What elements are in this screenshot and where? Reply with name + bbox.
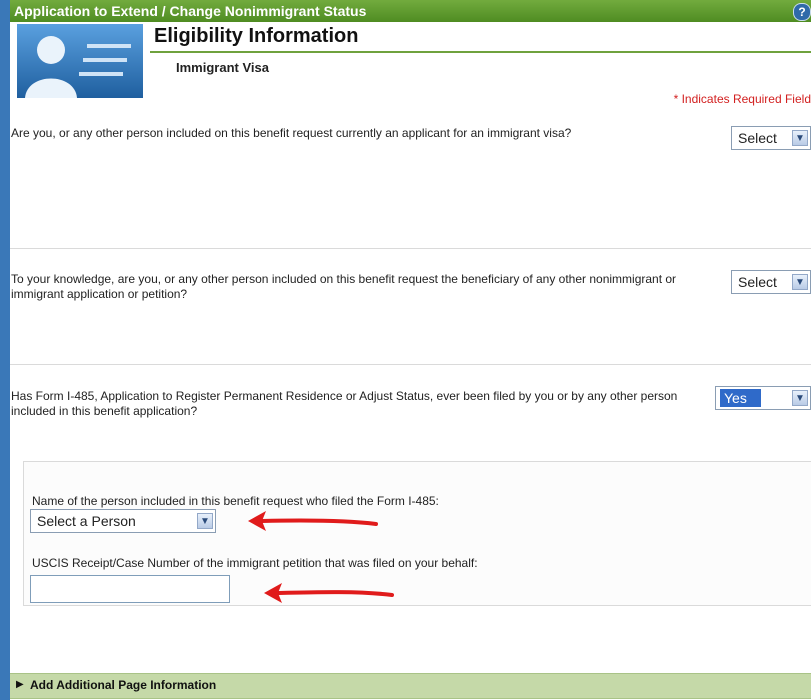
required-field-note: * Indicates Required Field <box>673 92 811 106</box>
section-title: Eligibility Information <box>154 25 359 47</box>
question-divider <box>10 364 811 365</box>
immigrant-visa-select[interactable]: Select ▼ <box>731 126 811 150</box>
question-other-beneficiary: To your knowledge, are you, or any other… <box>11 272 677 301</box>
question-immigrant-visa: Are you, or any other person included on… <box>11 126 572 140</box>
person-select-label: Name of the person included in this bene… <box>32 494 439 508</box>
select-value: Select <box>738 274 777 290</box>
expand-triangle-icon: ▶ <box>16 679 24 690</box>
receipt-number-label: USCIS Receipt/Case Number of the immigra… <box>32 556 478 570</box>
select-value: Select a Person <box>37 513 136 529</box>
question-divider <box>10 248 811 249</box>
window-frame <box>0 0 10 700</box>
section-subtitle: Immigrant Visa <box>176 60 269 75</box>
title-bar: Application to Extend / Change Nonimmigr… <box>10 0 811 22</box>
chevron-down-icon: ▼ <box>792 130 808 146</box>
annotation-arrow-icon <box>248 511 378 531</box>
add-page-info-label: Add Additional Page Information <box>30 678 217 692</box>
select-value: Yes <box>720 389 761 407</box>
select-value: Select <box>738 130 777 146</box>
section-divider <box>150 51 811 53</box>
chevron-down-icon: ▼ <box>792 274 808 290</box>
annotation-arrow-icon <box>264 583 394 603</box>
chevron-down-icon: ▼ <box>792 390 808 406</box>
person-select[interactable]: Select a Person ▼ <box>30 509 216 533</box>
chevron-down-icon: ▼ <box>197 513 213 529</box>
add-page-info-toggle[interactable]: ▶ Add Additional Page Information <box>10 673 811 699</box>
help-icon[interactable]: ? <box>793 3 811 21</box>
window-title: Application to Extend / Change Nonimmigr… <box>14 3 367 19</box>
receipt-number-input[interactable] <box>30 575 230 603</box>
i485-filed-select[interactable]: Yes ▼ <box>715 386 811 410</box>
other-beneficiary-select[interactable]: Select ▼ <box>731 270 811 294</box>
person-avatar-icon <box>17 24 143 98</box>
question-i485-filed: Has Form I-485, Application to Register … <box>11 389 678 418</box>
